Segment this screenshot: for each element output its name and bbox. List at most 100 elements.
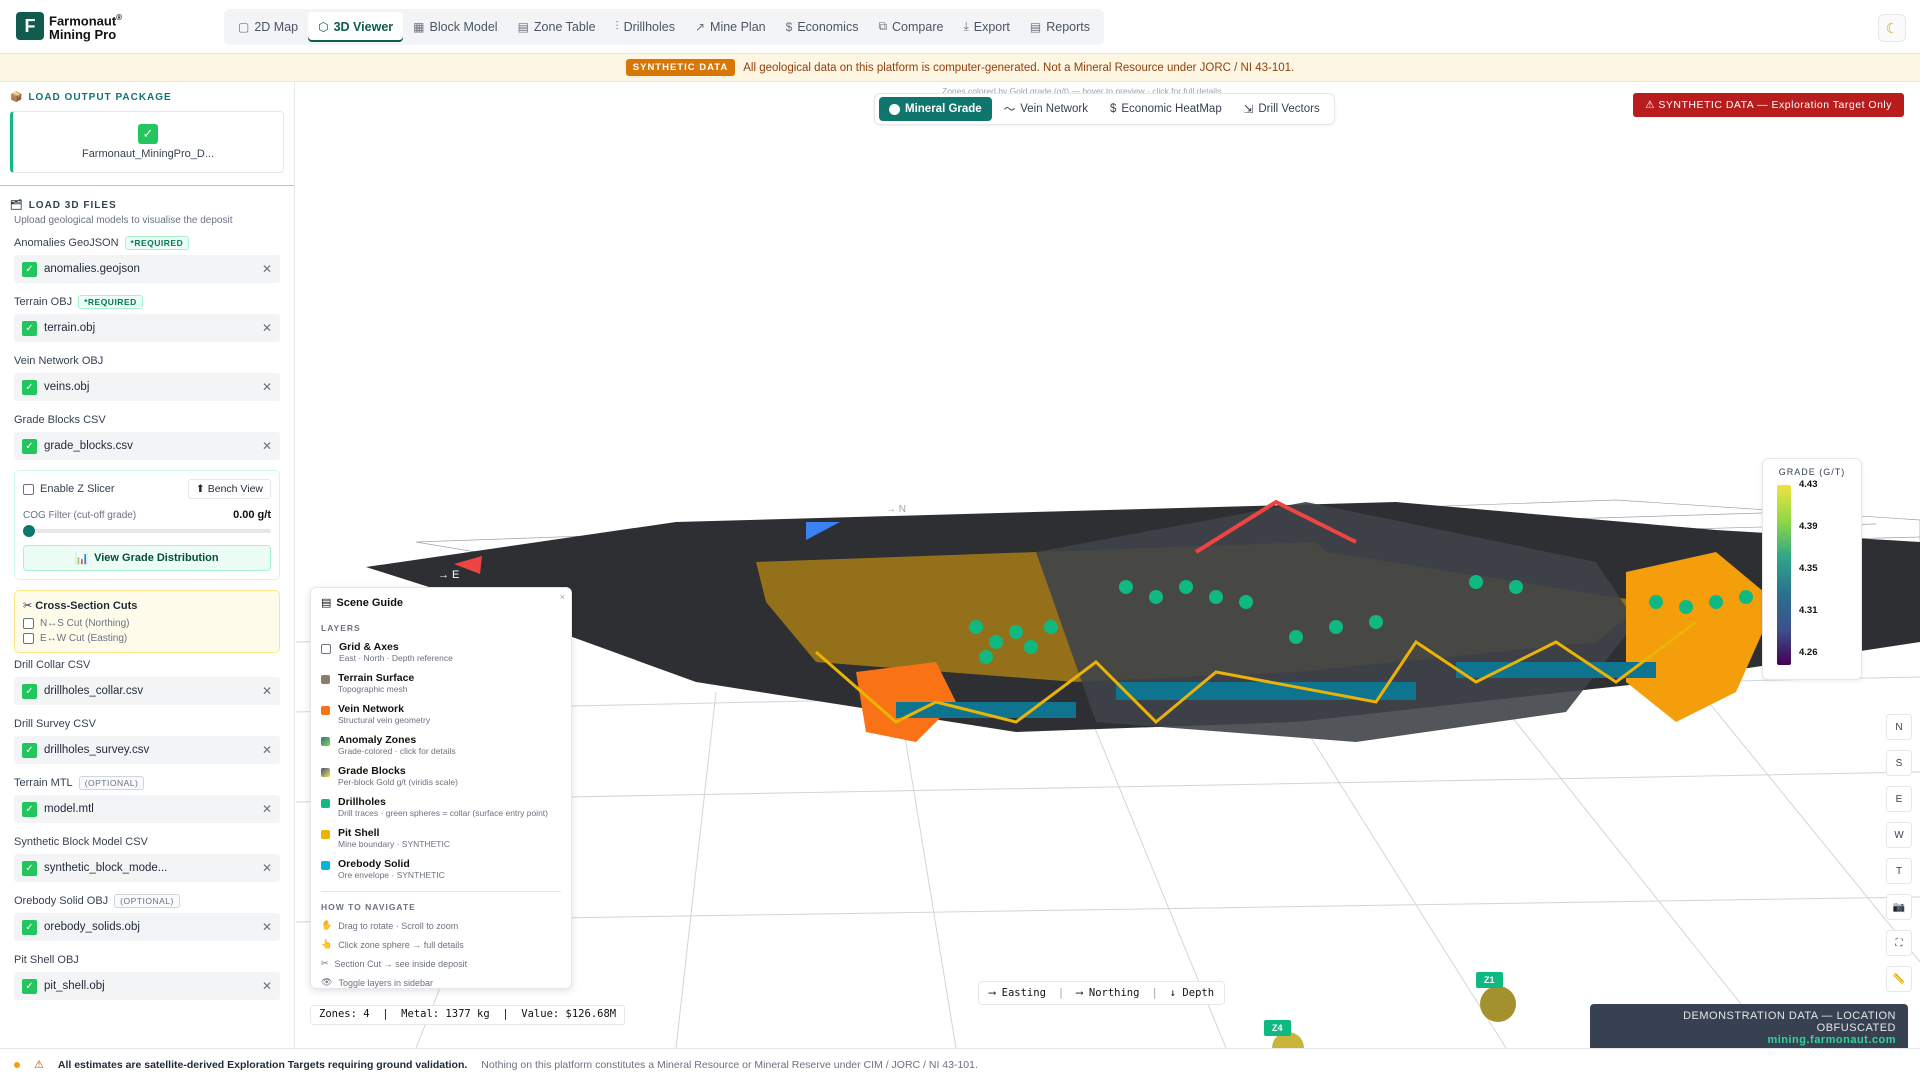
layer-drillholes[interactable]: Drillholes Drill traces · green spheres =… bbox=[321, 796, 561, 819]
ew-cut-checkbox[interactable]: E↔W Cut (Easting) bbox=[23, 633, 271, 644]
tab-mine-plan[interactable]: ↗ Mine Plan bbox=[685, 12, 776, 42]
file-label-block-model: Synthetic Block Model CSV bbox=[14, 836, 148, 848]
synthetic-badge: SYNTHETIC DATA bbox=[625, 59, 736, 76]
tab-economics[interactable]: $ Economics bbox=[776, 12, 869, 42]
view-east-button[interactable]: E bbox=[1886, 786, 1912, 812]
file-pit-shell[interactable]: ✓ pit_shell.obj ✕ bbox=[14, 972, 280, 1000]
bench-view-button[interactable]: ⬆ Bench View bbox=[188, 479, 271, 499]
check-icon: ✓ bbox=[22, 379, 37, 395]
layer-terrain[interactable]: Terrain Surface Topographic mesh bbox=[321, 672, 561, 695]
view-west-button[interactable]: W bbox=[1886, 822, 1912, 848]
remove-file-icon[interactable]: ✕ bbox=[262, 321, 272, 335]
grid-icon: ▦ bbox=[413, 19, 425, 34]
file-drill-survey[interactable]: ✓ drillholes_survey.csv ✕ bbox=[14, 736, 280, 764]
ruler-icon[interactable]: 📏 bbox=[1886, 966, 1912, 992]
slider-handle[interactable] bbox=[23, 525, 35, 537]
legend-title: GRADE (G/T) bbox=[1778, 467, 1846, 477]
axis-label-north: → N bbox=[886, 504, 906, 515]
remove-file-icon[interactable]: ✕ bbox=[262, 861, 272, 875]
optional-tag: (OPTIONAL) bbox=[114, 894, 180, 908]
layer-anomaly-zones[interactable]: Anomaly Zones Grade-colored · click for d… bbox=[321, 734, 561, 757]
tab-reports[interactable]: ▤ Reports bbox=[1020, 12, 1100, 42]
required-tag: *REQUIRED bbox=[78, 295, 143, 309]
layer-checkbox[interactable] bbox=[321, 644, 331, 654]
remove-file-icon[interactable]: ✕ bbox=[262, 743, 272, 757]
remove-file-icon[interactable]: ✕ bbox=[262, 439, 272, 453]
layer-grid-axes[interactable]: Grid & Axes East · North · Depth referenc… bbox=[321, 641, 561, 664]
file-terrain[interactable]: ✓ terrain.obj ✕ bbox=[14, 314, 280, 342]
theme-toggle-button[interactable]: ☾ bbox=[1878, 14, 1906, 42]
layer-vein-network[interactable]: Vein Network Structural vein geometry bbox=[321, 703, 561, 726]
remove-file-icon[interactable]: ✕ bbox=[262, 979, 272, 993]
arrow-up-icon: ⬆ bbox=[196, 483, 205, 495]
layer-grade-blocks[interactable]: Grade Blocks Per-block Gold g/t (viridis … bbox=[321, 765, 561, 788]
tab-export[interactable]: ⤓ Export bbox=[953, 12, 1019, 42]
file-block-model[interactable]: ✓ synthetic_block_mode... ✕ bbox=[14, 854, 280, 882]
remove-file-icon[interactable]: ✕ bbox=[262, 380, 272, 394]
3d-viewport[interactable]: → E → N Zones colored by Gold grade (g/t… bbox=[296, 82, 1920, 1048]
grade-legend: GRADE (G/T) 4.43 4.39 4.35 4.31 4.26 bbox=[1762, 458, 1862, 680]
remove-file-icon[interactable]: ✕ bbox=[262, 262, 272, 276]
cog-slider[interactable] bbox=[23, 525, 271, 537]
fullscreen-icon[interactable]: ⛶ bbox=[1886, 930, 1912, 956]
file-anomalies[interactable]: ✓ anomalies.geojson ✕ bbox=[14, 255, 280, 283]
layer-orebody-solid[interactable]: Orebody Solid Ore envelope · SYNTHETIC bbox=[321, 858, 561, 881]
trend-icon: ↗ bbox=[694, 19, 706, 34]
legend-tick: 4.43 bbox=[1799, 479, 1818, 490]
tab-zone-table[interactable]: ▤ Zone Table bbox=[508, 12, 606, 42]
tab-2d-map[interactable]: ▢ 2D Map bbox=[228, 12, 308, 42]
view-north-button[interactable]: N bbox=[1886, 714, 1912, 740]
file-orebody[interactable]: ✓ orebody_solids.obj ✕ bbox=[14, 913, 280, 941]
pointer-icon: 👆 bbox=[321, 939, 333, 949]
divider bbox=[0, 185, 294, 186]
camera-icon[interactable]: 📷 bbox=[1886, 894, 1912, 920]
layer-swatch bbox=[321, 830, 330, 839]
website-link[interactable]: mining.farmonaut.com bbox=[1602, 1034, 1896, 1046]
view-grade-distribution-button[interactable]: 📊 View Grade Distribution bbox=[23, 545, 271, 571]
mode-mineral-grade[interactable]: Mineral Grade bbox=[879, 97, 992, 121]
enable-z-slicer-checkbox[interactable]: Enable Z Slicer bbox=[23, 483, 115, 495]
axes-legend: ⟶ Easting | ⟶ Northing | ↓ Depth bbox=[978, 981, 1226, 1005]
mode-vein-network[interactable]: 〜 Vein Network bbox=[994, 95, 1098, 123]
moon-icon: ☾ bbox=[1885, 19, 1899, 36]
file-veins[interactable]: ✓ veins.obj ✕ bbox=[14, 373, 280, 401]
file-drill-collar[interactable]: ✓ drillholes_collar.csv ✕ bbox=[14, 677, 280, 705]
folder-icon: 🗂 bbox=[10, 200, 24, 211]
zone-sphere-z1[interactable] bbox=[1480, 986, 1516, 1022]
file-grade-blocks[interactable]: ✓ grade_blocks.csv ✕ bbox=[14, 432, 280, 460]
zone-label-z1[interactable]: Z1 bbox=[1476, 972, 1503, 988]
load-files-title: 🗂 LOAD 3D FILES bbox=[10, 200, 117, 211]
brand-name: Farmonaut® Mining Pro bbox=[49, 12, 123, 43]
scene-stats: Zones: 4 | Metal: 1377 kg | Value: $126.… bbox=[310, 1005, 626, 1025]
nav-tip-rotate: ✋ Drag to rotate · Scroll to zoom bbox=[321, 920, 459, 931]
tab-3d-viewer[interactable]: ⬡ 3D Viewer bbox=[308, 11, 404, 42]
output-package-card[interactable]: ✓ Farmonaut_MiningPro_D... bbox=[10, 111, 284, 173]
close-icon[interactable]: × bbox=[560, 592, 565, 602]
mode-economic-heatmap[interactable]: $ Economic HeatMap bbox=[1100, 97, 1232, 121]
tab-block-model[interactable]: ▦ Block Model bbox=[403, 12, 507, 42]
layer-pit-shell[interactable]: Pit Shell Mine boundary · SYNTHETIC bbox=[321, 827, 561, 850]
remove-file-icon[interactable]: ✕ bbox=[262, 920, 272, 934]
cross-section-panel: ✂ Cross-Section Cuts N↔S Cut (Northing) … bbox=[14, 590, 280, 653]
check-icon: ✓ bbox=[22, 860, 37, 876]
footer-warning: All estimates are satellite-derived Expl… bbox=[57, 1058, 468, 1071]
file-terrain-mtl[interactable]: ✓ model.mtl ✕ bbox=[14, 795, 280, 823]
ns-cut-checkbox[interactable]: N↔S Cut (Northing) bbox=[23, 618, 271, 629]
zone-label-z4[interactable]: Z4 bbox=[1264, 1020, 1291, 1036]
scissors-icon: ✂ bbox=[321, 958, 329, 968]
check-icon: ✓ bbox=[22, 438, 37, 454]
cog-filter: COG Filter (cut-off grade) 0.00 g/t bbox=[23, 509, 271, 521]
brand-logo[interactable]: F Farmonaut® Mining Pro bbox=[16, 11, 206, 42]
remove-file-icon[interactable]: ✕ bbox=[262, 802, 272, 816]
compare-icon: ⧉ bbox=[878, 19, 888, 33]
tab-compare[interactable]: ⧉ Compare bbox=[868, 12, 953, 42]
exploration-target-badge: ⚠ SYNTHETIC DATA — Exploration Target On… bbox=[1633, 93, 1904, 117]
view-top-button[interactable]: T bbox=[1886, 858, 1912, 884]
nav-tip-click: 👆 Click zone sphere → full details bbox=[321, 939, 464, 950]
cube-icon: ⬡ bbox=[318, 19, 329, 34]
remove-file-icon[interactable]: ✕ bbox=[262, 684, 272, 698]
mode-drill-vectors[interactable]: ⇲ Drill Vectors bbox=[1234, 96, 1330, 122]
view-south-button[interactable]: S bbox=[1886, 750, 1912, 776]
tab-drillholes[interactable]: ⫶ Drillholes bbox=[606, 12, 685, 42]
layer-swatch bbox=[321, 675, 330, 684]
